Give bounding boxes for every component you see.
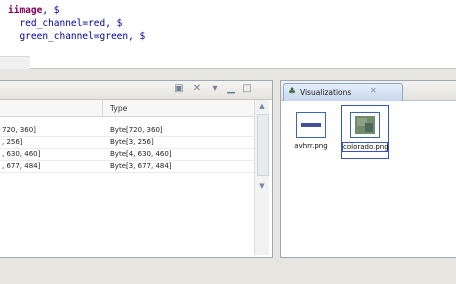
tab-visualizations[interactable]: ♣ Visualizations ✕ xyxy=(283,83,403,101)
variables-panel: ▣ ✕ ▾ ▁ □ Type 720, 360] Byte[720, 360] … xyxy=(0,80,273,258)
variables-toolbar: ▣ ✕ ▾ ▁ □ xyxy=(0,81,272,100)
close-icon[interactable]: ✕ xyxy=(370,86,377,95)
code-editor[interactable]: iimage, $ red_channel=red, $ green_chann… xyxy=(0,0,456,69)
table-row[interactable]: , 677, 484] Byte[3, 677, 484] xyxy=(0,160,254,173)
scroll-up-icon[interactable]: ▲ xyxy=(255,100,269,112)
variables-header: Type xyxy=(0,100,254,117)
column-header-type[interactable]: Type xyxy=(110,104,127,113)
view-menu-icon[interactable]: ▾ xyxy=(210,84,220,94)
code-line: iimage, $ xyxy=(8,5,60,16)
code-line: green_channel=green, $ xyxy=(8,31,146,42)
minimize-icon[interactable]: ▁ xyxy=(226,84,236,94)
collapse-icon[interactable]: ▣ xyxy=(174,84,184,94)
column-header-value[interactable] xyxy=(0,100,103,116)
scroll-down-icon[interactable]: ▼ xyxy=(255,180,269,192)
maximize-icon[interactable]: □ xyxy=(242,84,252,94)
vertical-scrollbar[interactable]: ▲ ▼ xyxy=(254,100,269,255)
editor-margin xyxy=(0,56,30,69)
code-text[interactable]: iimage, $ red_channel=red, $ green_chann… xyxy=(8,4,145,43)
image-thumbnail-icon xyxy=(350,112,380,138)
code-line: red_channel=red, $ xyxy=(8,18,123,29)
remove-icon[interactable]: ✕ xyxy=(192,84,202,94)
scroll-thumb[interactable] xyxy=(257,114,269,176)
image-thumbnail-icon xyxy=(296,112,326,138)
thumbnail-avhrr[interactable]: avhrr.png xyxy=(287,105,335,159)
visualizations-icon: ♣ xyxy=(288,87,297,97)
thumbnail-colorado[interactable]: colorado.png xyxy=(341,105,389,159)
thumbnail-list: avhrr.png colorado.png xyxy=(281,105,456,165)
visualizations-tabbar: ♣ Visualizations ✕ xyxy=(281,81,456,101)
visualizations-panel: ♣ Visualizations ✕ avhrr.png colorado.pn… xyxy=(280,80,456,258)
